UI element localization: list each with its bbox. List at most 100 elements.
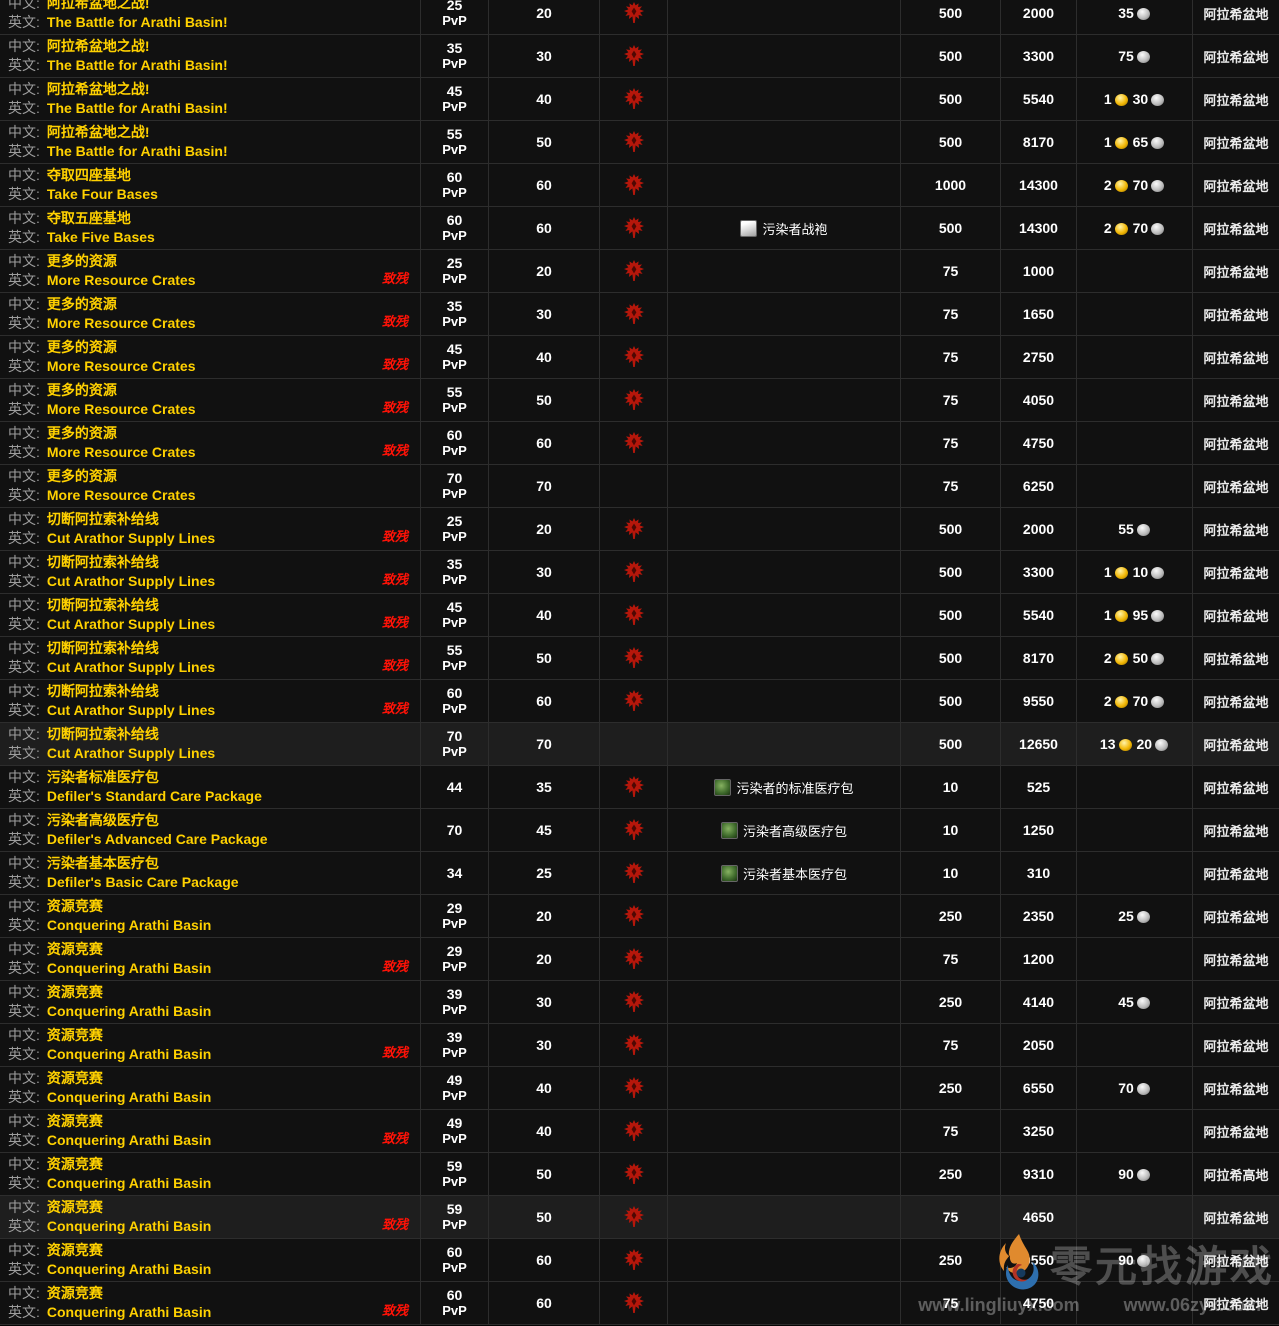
quest-link-en[interactable]: The Battle for Arathi Basin!	[47, 100, 228, 116]
quest-link-zh[interactable]: 污染者标准医疗包	[47, 769, 159, 785]
quest-link-zh[interactable]: 污染者高级医疗包	[47, 812, 159, 828]
location-link[interactable]: 阿拉希盆地	[1203, 4, 1268, 23]
quest-link-zh[interactable]: 更多的资源	[47, 296, 117, 312]
quest-link-zh[interactable]: 资源竞赛	[47, 1027, 103, 1043]
quest-link-en[interactable]: Conquering Arathi Basin	[47, 1046, 211, 1062]
reward-item-link[interactable]: 污染者高级医疗包	[721, 821, 847, 840]
quest-link-zh[interactable]: 更多的资源	[47, 425, 117, 441]
location-link[interactable]: 阿拉希盆地	[1203, 821, 1268, 840]
location-link[interactable]: 阿拉希盆地	[1203, 907, 1268, 926]
quest-link-zh[interactable]: 资源竞赛	[47, 898, 103, 914]
quest-link-en[interactable]: Cut Arathor Supply Lines	[47, 702, 215, 718]
quest-link-zh[interactable]: 更多的资源	[47, 382, 117, 398]
location-link[interactable]: 阿拉希盆地	[1203, 176, 1268, 195]
location-link[interactable]: 阿拉希盆地	[1203, 1079, 1268, 1098]
quest-link-en[interactable]: Conquering Arathi Basin	[47, 1003, 211, 1019]
quest-link-en[interactable]: Take Four Bases	[47, 186, 158, 202]
location-link[interactable]: 阿拉希盆地	[1203, 348, 1268, 367]
reward-item-link[interactable]: 污染者基本医疗包	[721, 864, 847, 883]
quest-link-zh[interactable]: 切断阿拉索补给线	[47, 554, 159, 570]
quest-link-zh[interactable]: 更多的资源	[47, 253, 117, 269]
quest-link-en[interactable]: Cut Arathor Supply Lines	[47, 616, 215, 632]
quest-link-en[interactable]: Conquering Arathi Basin	[47, 1218, 211, 1234]
location-link[interactable]: 阿拉希盆地	[1203, 735, 1268, 754]
quest-link-en[interactable]: The Battle for Arathi Basin!	[47, 57, 228, 73]
level-cell: 44	[421, 766, 489, 808]
quest-link-zh[interactable]: 切断阿拉索补给线	[47, 683, 159, 699]
quest-link-en[interactable]: Cut Arathor Supply Lines	[47, 659, 215, 675]
quest-link-en[interactable]: Take Five Bases	[47, 229, 155, 245]
quest-link-en[interactable]: Conquering Arathi Basin	[47, 1175, 211, 1191]
location-link[interactable]: 阿拉希盆地	[1203, 520, 1268, 539]
quest-link-en[interactable]: More Resource Crates	[47, 315, 196, 331]
quest-link-zh[interactable]: 资源竞赛	[47, 1199, 103, 1215]
quest-link-en[interactable]: Conquering Arathi Basin	[47, 1089, 211, 1105]
location-link[interactable]: 阿拉希盆地	[1203, 993, 1268, 1012]
quest-link-zh[interactable]: 资源竞赛	[47, 1113, 103, 1129]
reward-item-link[interactable]: 污染者的标准医疗包	[714, 778, 853, 797]
location-link[interactable]: 阿拉希盆地	[1203, 1036, 1268, 1055]
location-link[interactable]: 阿拉希盆地	[1203, 778, 1268, 797]
quest-link-zh[interactable]: 切断阿拉索补给线	[47, 511, 159, 527]
location-link[interactable]: 阿拉希高地	[1203, 1165, 1268, 1184]
reward-item-link[interactable]: 污染者战袍	[740, 219, 827, 238]
quest-link-en[interactable]: The Battle for Arathi Basin!	[47, 143, 228, 159]
quest-link-zh[interactable]: 切断阿拉索补给线	[47, 640, 159, 656]
quest-link-en[interactable]: More Resource Crates	[47, 358, 196, 374]
location-link[interactable]: 阿拉希盆地	[1203, 434, 1268, 453]
location-link[interactable]: 阿拉希盆地	[1203, 563, 1268, 582]
quest-link-en[interactable]: More Resource Crates	[47, 401, 196, 417]
quest-link-zh[interactable]: 阿拉希盆地之战!	[47, 81, 150, 97]
quest-link-en[interactable]: Defiler's Basic Care Package	[47, 874, 239, 890]
location-link[interactable]: 阿拉希盆地	[1203, 47, 1268, 66]
location-link[interactable]: 阿拉希盆地	[1203, 1208, 1268, 1227]
quest-link-en[interactable]: Cut Arathor Supply Lines	[47, 530, 215, 546]
location-link[interactable]: 阿拉希盆地	[1203, 606, 1268, 625]
quest-link-zh[interactable]: 切断阿拉索补给线	[47, 726, 159, 742]
location-link[interactable]: 阿拉希盆地	[1203, 133, 1268, 152]
quest-link-zh[interactable]: 阿拉希盆地之战!	[47, 124, 150, 140]
quest-link-en[interactable]: Conquering Arathi Basin	[47, 917, 211, 933]
quest-link-en[interactable]: More Resource Crates	[47, 487, 196, 503]
quest-link-en[interactable]: Conquering Arathi Basin	[47, 1261, 211, 1277]
location-link[interactable]: 阿拉希盆地	[1203, 950, 1268, 969]
quest-link-zh[interactable]: 切断阿拉索补给线	[47, 597, 159, 613]
quest-link-zh[interactable]: 资源竞赛	[47, 1156, 103, 1172]
reputation-cell: 250	[901, 1067, 1001, 1109]
quest-link-zh[interactable]: 资源竞赛	[47, 1070, 103, 1086]
quest-link-zh[interactable]: 资源竞赛	[47, 1285, 103, 1301]
location-link[interactable]: 阿拉希盆地	[1203, 477, 1268, 496]
quest-link-en[interactable]: Cut Arathor Supply Lines	[47, 745, 215, 761]
quest-link-zh[interactable]: 资源竞赛	[47, 984, 103, 1000]
location-link[interactable]: 阿拉希盆地	[1203, 305, 1268, 324]
location-link[interactable]: 阿拉希盆地	[1203, 1294, 1268, 1313]
quest-link-zh[interactable]: 更多的资源	[47, 339, 117, 355]
quest-link-zh[interactable]: 阿拉希盆地之战!	[47, 38, 150, 54]
quest-link-en[interactable]: Cut Arathor Supply Lines	[47, 573, 215, 589]
location-link[interactable]: 阿拉希盆地	[1203, 1122, 1268, 1141]
quest-link-zh[interactable]: 资源竞赛	[47, 941, 103, 957]
quest-link-zh[interactable]: 更多的资源	[47, 468, 117, 484]
location-link[interactable]: 阿拉希盆地	[1203, 219, 1268, 238]
location-link[interactable]: 阿拉希盆地	[1203, 1251, 1268, 1270]
location-link[interactable]: 阿拉希盆地	[1203, 692, 1268, 711]
quest-link-en[interactable]: The Battle for Arathi Basin!	[47, 14, 228, 30]
quest-link-en[interactable]: More Resource Crates	[47, 272, 196, 288]
quest-link-en[interactable]: Defiler's Standard Care Package	[47, 788, 262, 804]
location-link[interactable]: 阿拉希盆地	[1203, 864, 1268, 883]
location-link[interactable]: 阿拉希盆地	[1203, 649, 1268, 668]
quest-link-en[interactable]: Conquering Arathi Basin	[47, 960, 211, 976]
location-link[interactable]: 阿拉希盆地	[1203, 262, 1268, 281]
quest-link-en[interactable]: Conquering Arathi Basin	[47, 1132, 211, 1148]
level-pvp-label: PvP	[442, 615, 467, 631]
location-link[interactable]: 阿拉希盆地	[1203, 90, 1268, 109]
quest-link-zh[interactable]: 阿拉希盆地之战!	[47, 0, 150, 11]
location-link[interactable]: 阿拉希盆地	[1203, 391, 1268, 410]
quest-link-zh[interactable]: 夺取四座基地	[47, 167, 131, 183]
quest-link-zh[interactable]: 污染者基本医疗包	[47, 855, 159, 871]
quest-link-zh[interactable]: 资源竞赛	[47, 1242, 103, 1258]
quest-link-zh[interactable]: 夺取五座基地	[47, 210, 131, 226]
quest-link-en[interactable]: More Resource Crates	[47, 444, 196, 460]
quest-link-en[interactable]: Defiler's Advanced Care Package	[47, 831, 268, 847]
quest-link-en[interactable]: Conquering Arathi Basin	[47, 1304, 211, 1320]
